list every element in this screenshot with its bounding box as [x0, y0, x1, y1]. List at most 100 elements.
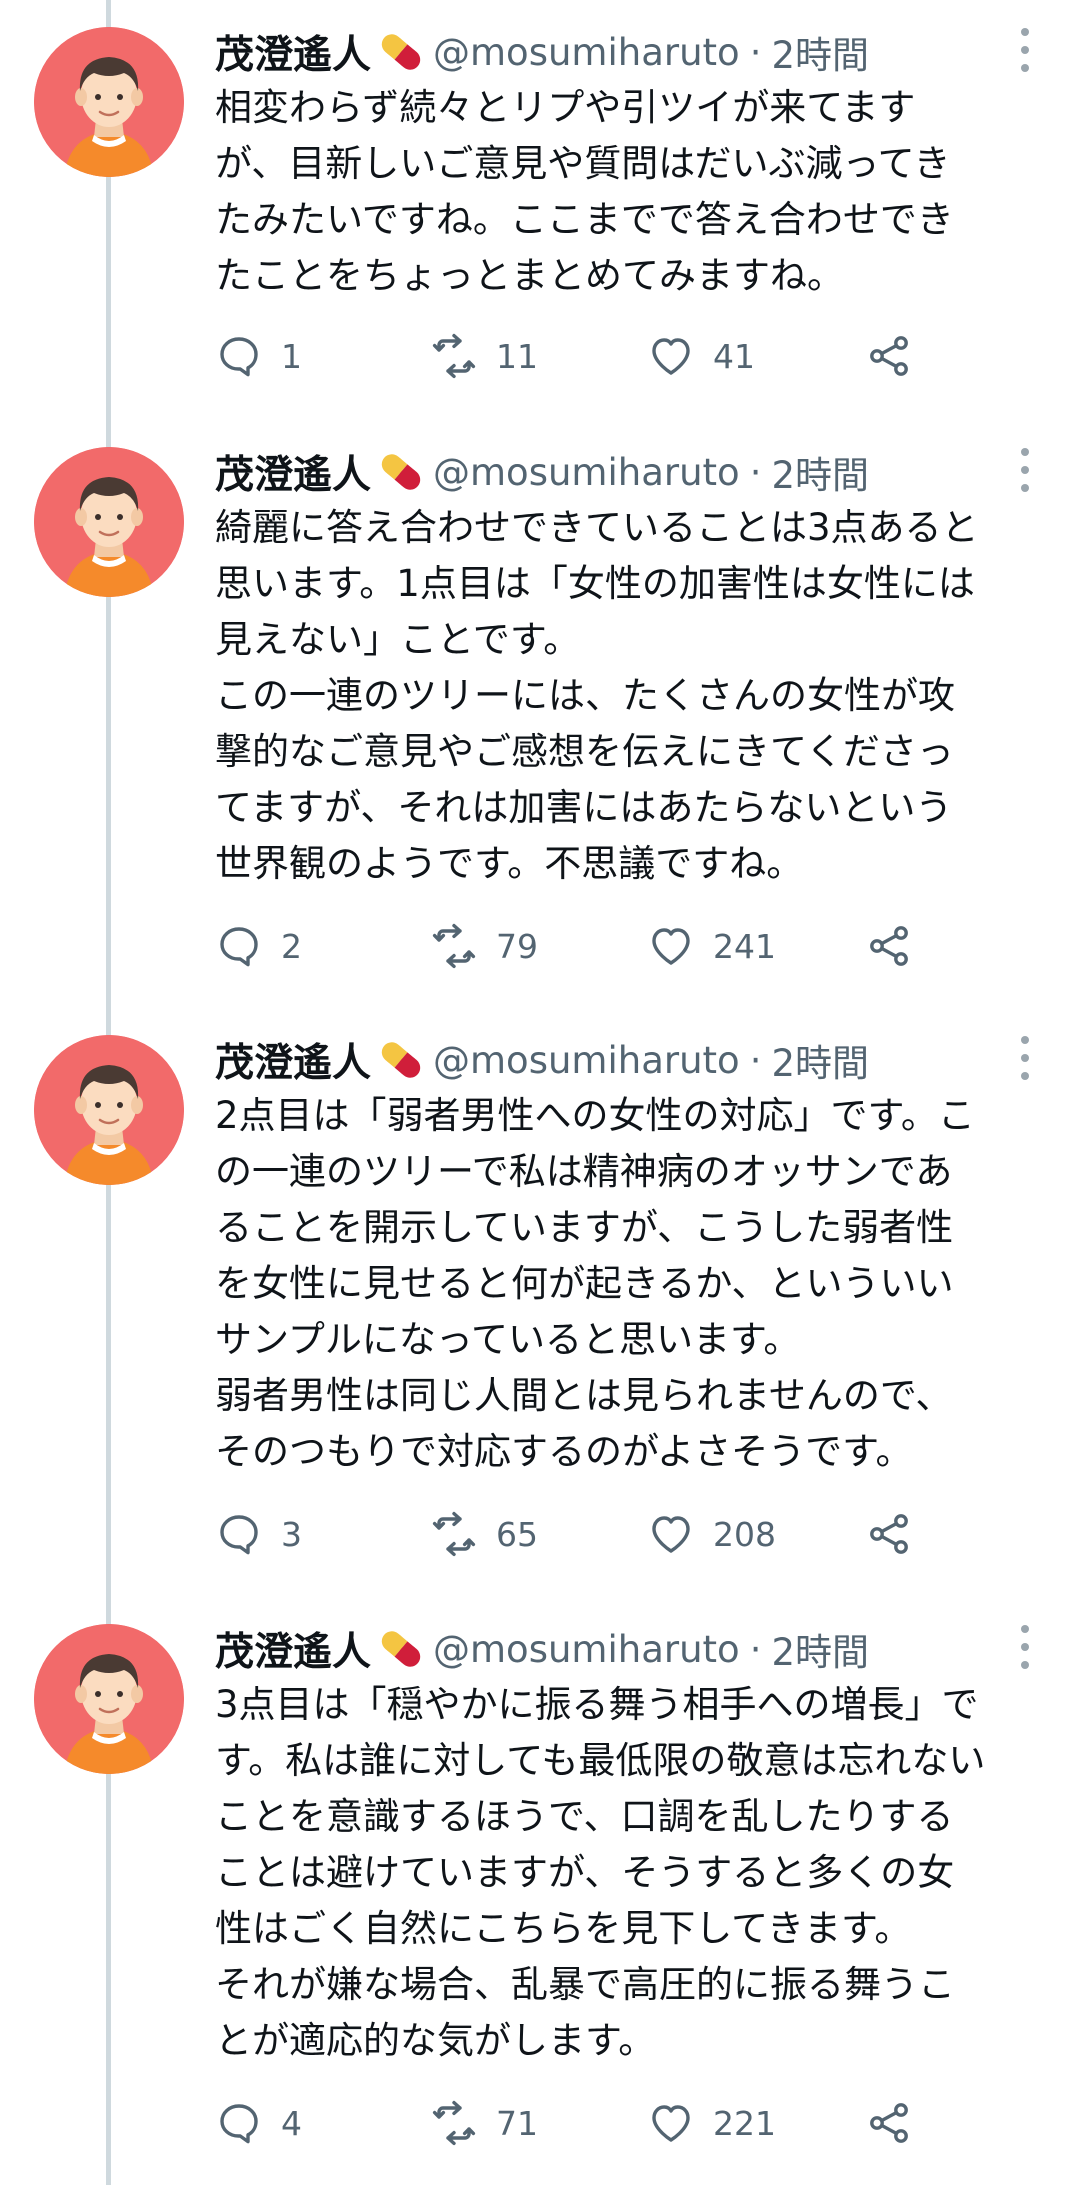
like-count: 41: [713, 336, 755, 376]
user-handle[interactable]: @mosumiharuto: [433, 31, 740, 74]
retweet-count: 11: [496, 336, 538, 376]
tweet-line: ことを意識するほうで、口調を乱したりする: [215, 1795, 954, 1838]
retweet-button[interactable]: 71: [430, 2093, 538, 2153]
tweet-line: それが嫌な場合、乱暴で高圧的に振る舞うこ: [215, 1963, 955, 2006]
heart-icon: [652, 928, 690, 965]
tweet-line: が、目新しいご意見や質問はだいぶ減ってき: [215, 142, 951, 185]
avatar-face-icon: [34, 27, 184, 177]
tweet-text: 3点目は「穏やかに振る舞う相手への増長」で す。私は誰に対しても最低限の敬意は忘…: [215, 1677, 1055, 2069]
reply-icon: [220, 2104, 258, 2144]
more-vertical-icon[interactable]: [1010, 448, 1040, 492]
tweet-line: を女性に見せると何が起きるか、といういい: [215, 1262, 954, 1305]
tweet-header: 茂澄遙人 @mosumiharuto · 2時間: [215, 1030, 869, 1090]
timestamp[interactable]: 2時間: [771, 445, 869, 499]
share-button[interactable]: [865, 326, 913, 386]
retweet-icon: [432, 333, 476, 379]
tweet-line: の一連のツリーで私は精神病のオッサンであ: [215, 1150, 953, 1193]
tweet-line: 綺麗に答え合わせできていることは3点あると: [215, 506, 979, 549]
like-button[interactable]: 41: [647, 326, 755, 386]
avatar[interactable]: [34, 27, 184, 177]
user-handle[interactable]: @mosumiharuto: [433, 451, 740, 494]
retweet-icon: [432, 923, 476, 969]
more-vertical-icon[interactable]: [1010, 28, 1040, 72]
retweet-button[interactable]: 65: [430, 1504, 538, 1564]
heart-icon: [652, 338, 690, 375]
reply-count: 1: [281, 336, 302, 376]
tweet-actions: 4 71 221: [215, 2093, 935, 2153]
tweet-header: 茂澄遙人 @mosumiharuto · 2時間: [215, 22, 869, 82]
like-count: 208: [713, 1514, 776, 1554]
share-button[interactable]: [865, 916, 913, 976]
tweet-actions: 2 79 241: [215, 916, 935, 976]
retweet-button[interactable]: 79: [430, 916, 538, 976]
timestamp[interactable]: 2時間: [771, 1622, 869, 1676]
share-icon: [870, 926, 908, 966]
tweet-header: 茂澄遙人 @mosumiharuto · 2時間: [215, 442, 869, 502]
tweet-line: 2点目は「弱者男性への女性の対応」です。こ: [215, 1094, 975, 1137]
tweet-header: 茂澄遙人 @mosumiharuto · 2時間: [215, 1619, 869, 1679]
tweet-line: とが適応的な気がします。: [215, 2019, 656, 2062]
avatar-face-icon: [34, 1624, 184, 1774]
like-count: 241: [713, 926, 776, 966]
display-name[interactable]: 茂澄遙人: [215, 1032, 371, 1088]
pill-emoji-icon: [375, 446, 427, 498]
tweet-line: ことは避けていますが、そうすると多くの女: [215, 1851, 955, 1894]
like-button[interactable]: 241: [647, 916, 776, 976]
timestamp[interactable]: 2時間: [771, 1033, 869, 1087]
reply-count: 2: [281, 926, 302, 966]
share-icon: [870, 2103, 908, 2143]
like-button[interactable]: 221: [647, 2093, 776, 2153]
more-vertical-icon[interactable]: [1010, 1625, 1040, 1669]
reply-button[interactable]: 1: [215, 326, 302, 386]
timestamp[interactable]: 2時間: [771, 25, 869, 79]
tweet-line: す。私は誰に対しても最低限の敬意は忘れない: [215, 1739, 986, 1782]
tweet-actions: 3 65 208: [215, 1504, 935, 1564]
tweet-line: たみたいですね。ここまでで答え合わせでき: [215, 198, 954, 241]
heart-icon: [652, 2105, 690, 2142]
tweet-text: 綺麗に答え合わせできていることは3点あると 思います。1点目は「女性の加害性は女…: [215, 500, 1055, 892]
tweet-line: 相変わらず続々とリプや引ツイが来てます: [215, 86, 916, 129]
tweet-line: 世界観のようです。不思議ですね。: [215, 842, 804, 885]
avatar-face-icon: [34, 1035, 184, 1185]
retweet-button[interactable]: 11: [430, 326, 538, 386]
reply-icon: [220, 927, 258, 967]
separator-dot: ·: [749, 1627, 762, 1671]
separator-dot: ·: [749, 30, 762, 74]
tweet-line: そのつもりで対応するのがよさそうです。: [215, 1430, 913, 1473]
separator-dot: ·: [749, 450, 762, 494]
avatar-face-icon: [34, 447, 184, 597]
heart-icon: [652, 1516, 690, 1553]
share-button[interactable]: [865, 1504, 913, 1564]
display-name[interactable]: 茂澄遙人: [215, 24, 371, 80]
reply-button[interactable]: 2: [215, 916, 302, 976]
avatar[interactable]: [34, 1035, 184, 1185]
tweet-line: てますが、それは加害にはあたらないという: [215, 786, 953, 829]
like-button[interactable]: 208: [647, 1504, 776, 1564]
reply-count: 3: [281, 1514, 302, 1554]
tweet-line: この一連のツリーには、たくさんの女性が攻: [215, 674, 955, 717]
display-name[interactable]: 茂澄遙人: [215, 444, 371, 500]
user-handle[interactable]: @mosumiharuto: [433, 1628, 740, 1671]
pill-emoji-icon: [375, 26, 427, 78]
retweet-count: 71: [496, 2103, 538, 2143]
pill-emoji-icon: [375, 1034, 427, 1086]
tweet-line: サンプルになっていると思います。: [215, 1318, 801, 1361]
separator-dot: ·: [749, 1038, 762, 1082]
share-icon: [870, 1514, 908, 1554]
pill-emoji-icon: [375, 1623, 427, 1675]
reply-icon: [220, 1515, 258, 1555]
share-button[interactable]: [865, 2093, 913, 2153]
reply-button[interactable]: 4: [215, 2093, 302, 2153]
retweet-count: 79: [496, 926, 538, 966]
more-vertical-icon[interactable]: [1010, 1036, 1040, 1080]
display-name[interactable]: 茂澄遙人: [215, 1621, 371, 1677]
user-handle[interactable]: @mosumiharuto: [433, 1039, 740, 1082]
avatar[interactable]: [34, 447, 184, 597]
retweet-count: 65: [496, 1514, 538, 1554]
reply-button[interactable]: 3: [215, 1504, 302, 1564]
share-icon: [870, 336, 908, 376]
tweet-text: 相変わらず続々とリプや引ツイが来てます が、目新しいご意見や質問はだいぶ減ってき…: [215, 80, 1055, 304]
avatar[interactable]: [34, 1624, 184, 1774]
tweet-line: 3点目は「穏やかに振る舞う相手への増長」で: [215, 1683, 979, 1726]
tweet-actions: 1 11 41: [215, 326, 935, 386]
